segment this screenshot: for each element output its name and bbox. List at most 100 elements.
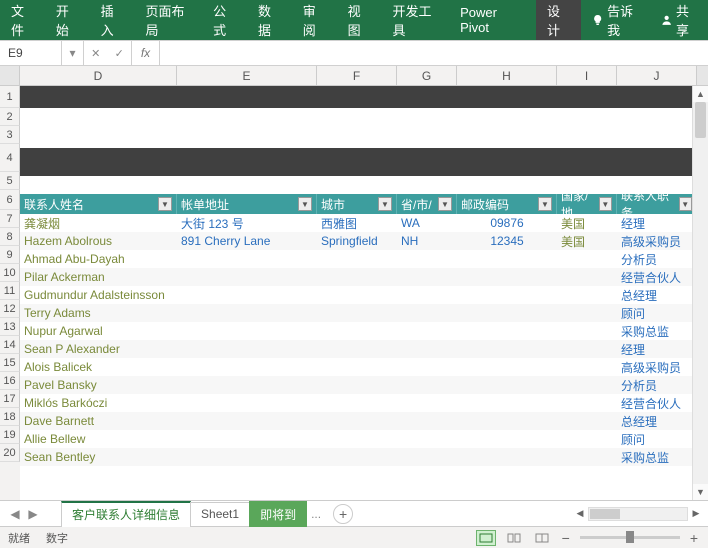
tab-nav-next[interactable]: ▶	[24, 507, 42, 521]
hscroll-left-icon[interactable]: ◀	[572, 506, 588, 522]
row-header-1[interactable]: 1	[0, 86, 20, 108]
filter-dropdown-icon[interactable]: ▼	[538, 197, 552, 211]
tab-formula[interactable]: 公式	[202, 0, 247, 40]
row-header-17[interactable]: 17	[0, 390, 20, 408]
tab-file[interactable]: 文件	[0, 0, 45, 40]
name-box[interactable]: E9	[0, 41, 62, 65]
cell[interactable]	[397, 286, 457, 304]
cell[interactable]	[457, 448, 557, 466]
cell[interactable]	[457, 286, 557, 304]
cell[interactable]	[397, 376, 457, 394]
table-header-D[interactable]: 联系人姓名▼	[20, 194, 177, 214]
tab-insert[interactable]: 插入	[90, 0, 135, 40]
row-header-12[interactable]: 12	[0, 300, 20, 318]
cell[interactable]	[397, 448, 457, 466]
tell-me[interactable]: 告诉我	[581, 0, 650, 40]
cell[interactable]	[557, 250, 617, 268]
cell[interactable]: 顾问	[617, 430, 697, 448]
cell[interactable]: NH	[397, 232, 457, 250]
cell[interactable]	[317, 322, 397, 340]
cell[interactable]	[457, 322, 557, 340]
cell[interactable]	[457, 430, 557, 448]
cell[interactable]	[317, 304, 397, 322]
table-header-I[interactable]: 国家/地▼	[557, 194, 617, 214]
row-header-14[interactable]: 14	[0, 336, 20, 354]
tab-layout[interactable]: 页面布局	[134, 0, 202, 40]
table-row[interactable]: Hazem Abolrous891 Cherry LaneSpringfield…	[20, 232, 697, 250]
cell[interactable]: 分析员	[617, 250, 697, 268]
cell[interactable]	[457, 304, 557, 322]
tab-view[interactable]: 视图	[337, 0, 382, 40]
cell[interactable]	[457, 250, 557, 268]
cell[interactable]: Nupur Agarwal	[20, 322, 177, 340]
cell[interactable]	[397, 340, 457, 358]
cell[interactable]: Terry Adams	[20, 304, 177, 322]
cell[interactable]	[557, 268, 617, 286]
cell[interactable]	[177, 448, 317, 466]
cell[interactable]: Alois Balicek	[20, 358, 177, 376]
row-header-13[interactable]: 13	[0, 318, 20, 336]
row-header-8[interactable]: 8	[0, 228, 20, 246]
table-row[interactable]: Ahmad Abu-Dayah分析员	[20, 250, 697, 268]
hscroll-right-icon[interactable]: ▶	[688, 506, 704, 522]
cell[interactable]	[397, 268, 457, 286]
tab-nav-more[interactable]: ...	[307, 507, 325, 521]
filter-dropdown-icon[interactable]: ▼	[599, 197, 612, 211]
cell[interactable]: 西雅图	[317, 214, 397, 232]
row-header-18[interactable]: 18	[0, 408, 20, 426]
table-row[interactable]: Terry Adams 顾问	[20, 304, 697, 322]
cell[interactable]	[557, 394, 617, 412]
cell[interactable]	[317, 340, 397, 358]
cell[interactable]: 顾问	[617, 304, 697, 322]
cell[interactable]: 分析员	[617, 376, 697, 394]
name-box-dropdown[interactable]: ▾	[62, 41, 84, 65]
table-row[interactable]: Pavel Bansky 分析员	[20, 376, 697, 394]
cell[interactable]	[557, 430, 617, 448]
row-header-16[interactable]: 16	[0, 372, 20, 390]
cell[interactable]	[397, 358, 457, 376]
cell[interactable]	[557, 412, 617, 430]
cell[interactable]	[457, 268, 557, 286]
cell[interactable]: 美国	[557, 232, 617, 250]
cell[interactable]: WA	[397, 214, 457, 232]
cell[interactable]	[177, 250, 317, 268]
row-header-5[interactable]: 5	[0, 172, 20, 190]
col-header-E[interactable]: E	[177, 66, 317, 85]
table-header-J[interactable]: 联系人职务▼	[617, 194, 697, 214]
table-row[interactable]: Allie Bellew顾问	[20, 430, 697, 448]
vertical-scrollbar[interactable]: ▲ ▼	[692, 86, 708, 500]
col-header-G[interactable]: G	[397, 66, 457, 85]
table-row[interactable]: Nupur Agarwal 采购总监	[20, 322, 697, 340]
scroll-up-icon[interactable]: ▲	[693, 86, 708, 102]
cell[interactable]: Pavel Bansky	[20, 376, 177, 394]
cell[interactable]: Miklós Barkóczi	[20, 394, 177, 412]
cell[interactable]	[397, 394, 457, 412]
cell[interactable]	[317, 268, 397, 286]
cell[interactable]: 采购总监	[617, 322, 697, 340]
row-header-11[interactable]: 11	[0, 282, 20, 300]
view-normal-icon[interactable]	[476, 530, 496, 546]
table-row[interactable]: 龚凝烟大街 123 号西雅图WA09876美国经理	[20, 214, 697, 232]
hscroll-thumb[interactable]	[590, 509, 620, 519]
cell[interactable]	[557, 376, 617, 394]
cell[interactable]	[177, 412, 317, 430]
filter-dropdown-icon[interactable]: ▼	[298, 197, 312, 211]
table-header-G[interactable]: 省/市/▼	[397, 194, 457, 214]
table-header-F[interactable]: 城市▼	[317, 194, 397, 214]
tab-home[interactable]: 开始	[45, 0, 90, 40]
table-row[interactable]: Pilar Ackerman经营合伙人	[20, 268, 697, 286]
cell[interactable]: 891 Cherry Lane	[177, 232, 317, 250]
cell[interactable]	[317, 430, 397, 448]
col-header-J[interactable]: J	[617, 66, 697, 85]
cell[interactable]	[557, 340, 617, 358]
cells[interactable]: 联系人姓名▼帐单地址▼城市▼省/市/▼邮政编码▼国家/地▼联系人职务▼ 龚凝烟大…	[20, 86, 708, 500]
col-header-I[interactable]: I	[557, 66, 617, 85]
cell[interactable]	[177, 304, 317, 322]
share-button[interactable]: 共享	[650, 0, 708, 40]
cell[interactable]	[177, 394, 317, 412]
cell[interactable]	[397, 412, 457, 430]
cell[interactable]: Dave Barnett	[20, 412, 177, 430]
cell[interactable]: Hazem Abolrous	[20, 232, 177, 250]
tab-powerpivot[interactable]: Power Pivot	[449, 0, 532, 40]
table-row[interactable]: Sean Bentley采购总监	[20, 448, 697, 466]
